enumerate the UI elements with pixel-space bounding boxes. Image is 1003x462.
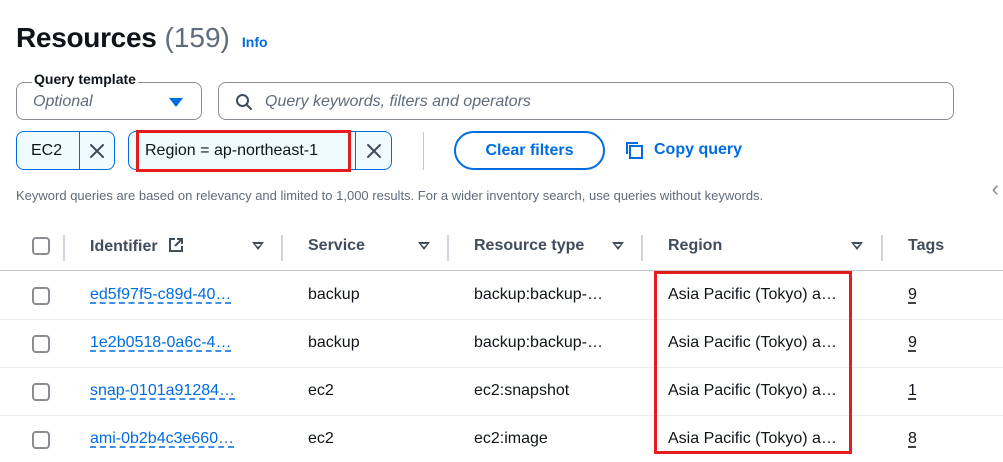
page-header: Resources (159) Info: [16, 22, 268, 54]
column-divider: [63, 235, 65, 261]
resource-type-cell: backup:backup-…: [474, 286, 603, 303]
table-row: 1e2b0518-0a6c-4… backup backup:backup-… …: [0, 320, 1003, 368]
column-header-resource-type[interactable]: Resource type: [474, 237, 584, 255]
region-cell: Asia Pacific (Tokyo) a…: [668, 382, 837, 399]
column-header-label: Identifier: [90, 238, 158, 255]
column-divider[interactable]: [641, 235, 643, 261]
identifier-link[interactable]: snap-0101a91284…: [90, 382, 235, 400]
search-input[interactable]: Query keywords, filters and operators: [218, 82, 954, 120]
table-header: Identifier Service Resource type Region …: [0, 225, 1003, 271]
divider: [423, 132, 424, 170]
service-cell: ec2: [308, 430, 334, 447]
sort-caret-icon[interactable]: [252, 242, 264, 250]
region-cell: Asia Pacific (Tokyo) a…: [668, 430, 837, 447]
query-template-label: Query template: [32, 71, 138, 87]
resource-type-cell: backup:backup-…: [474, 334, 603, 351]
resource-type-cell: ec2:snapshot: [474, 382, 570, 399]
column-divider[interactable]: [881, 235, 883, 261]
row-checkbox[interactable]: [32, 383, 50, 401]
close-icon: [89, 143, 104, 158]
tags-cell[interactable]: 1: [908, 382, 917, 400]
clear-filters-button[interactable]: Clear filters: [454, 131, 605, 170]
sort-caret-icon[interactable]: [612, 242, 624, 250]
identifier-link[interactable]: ami-0b2b4c3e660…: [90, 430, 234, 448]
query-template-placeholder: Optional: [33, 93, 93, 110]
column-header-identifier[interactable]: Identifier: [90, 237, 184, 256]
query-template-select[interactable]: Optional: [16, 82, 202, 120]
copy-query-label: Copy query: [654, 141, 743, 158]
table-row: ami-0b2b4c3e660… ec2 ec2:image Asia Paci…: [0, 416, 1003, 462]
resource-type-cell: ec2:image: [474, 430, 548, 447]
column-header-tags[interactable]: Tags: [908, 237, 944, 255]
identifier-link[interactable]: 1e2b0518-0a6c-4…: [90, 334, 231, 352]
info-link[interactable]: Info: [242, 34, 268, 50]
copy-icon: [626, 142, 643, 159]
table-row: ed5f97f5-c89d-40… backup backup:backup-……: [0, 272, 1003, 320]
column-header-region[interactable]: Region: [668, 237, 722, 255]
tags-cell[interactable]: 9: [908, 334, 917, 352]
region-cell: Asia Pacific (Tokyo) a…: [668, 286, 837, 303]
row-checkbox[interactable]: [32, 431, 50, 449]
search-icon: [236, 94, 252, 110]
resource-count: (159): [164, 22, 230, 53]
chevron-left-icon[interactable]: ‹: [992, 176, 999, 202]
search-placeholder: Query keywords, filters and operators: [265, 93, 531, 110]
identifier-link[interactable]: ed5f97f5-c89d-40…: [90, 286, 231, 304]
keyword-note: Keyword queries are based on relevancy a…: [16, 188, 764, 203]
column-header-service[interactable]: Service: [308, 237, 365, 255]
table-row: snap-0101a91284… ec2 ec2:snapshot Asia P…: [0, 368, 1003, 416]
page-title: Resources: [16, 22, 157, 53]
external-link-icon: [169, 238, 184, 252]
caret-down-icon: [169, 98, 183, 107]
filter-token-label: EC2: [31, 142, 63, 159]
tags-cell[interactable]: 9: [908, 286, 917, 304]
region-cell: Asia Pacific (Tokyo) a…: [668, 334, 837, 351]
remove-filter-region-button[interactable]: [355, 132, 391, 169]
close-icon: [366, 143, 381, 158]
row-checkbox[interactable]: [32, 335, 50, 353]
column-divider[interactable]: [447, 235, 449, 261]
row-checkbox[interactable]: [32, 287, 50, 305]
filter-token-region: Region = ap-northeast-1: [128, 131, 392, 170]
tags-cell[interactable]: 8: [908, 430, 917, 448]
sort-caret-icon[interactable]: [418, 242, 430, 250]
filter-token-ec2: EC2: [16, 131, 115, 170]
select-all-checkbox[interactable]: [32, 237, 50, 255]
filter-token-label: Region = ap-northeast-1: [145, 142, 318, 159]
column-divider[interactable]: [281, 235, 283, 261]
remove-filter-ec2-button[interactable]: [78, 132, 115, 169]
service-cell: backup: [308, 286, 360, 303]
service-cell: backup: [308, 334, 360, 351]
sort-caret-icon[interactable]: [851, 242, 863, 250]
service-cell: ec2: [308, 382, 334, 399]
copy-query-button[interactable]: Copy query: [624, 138, 742, 162]
